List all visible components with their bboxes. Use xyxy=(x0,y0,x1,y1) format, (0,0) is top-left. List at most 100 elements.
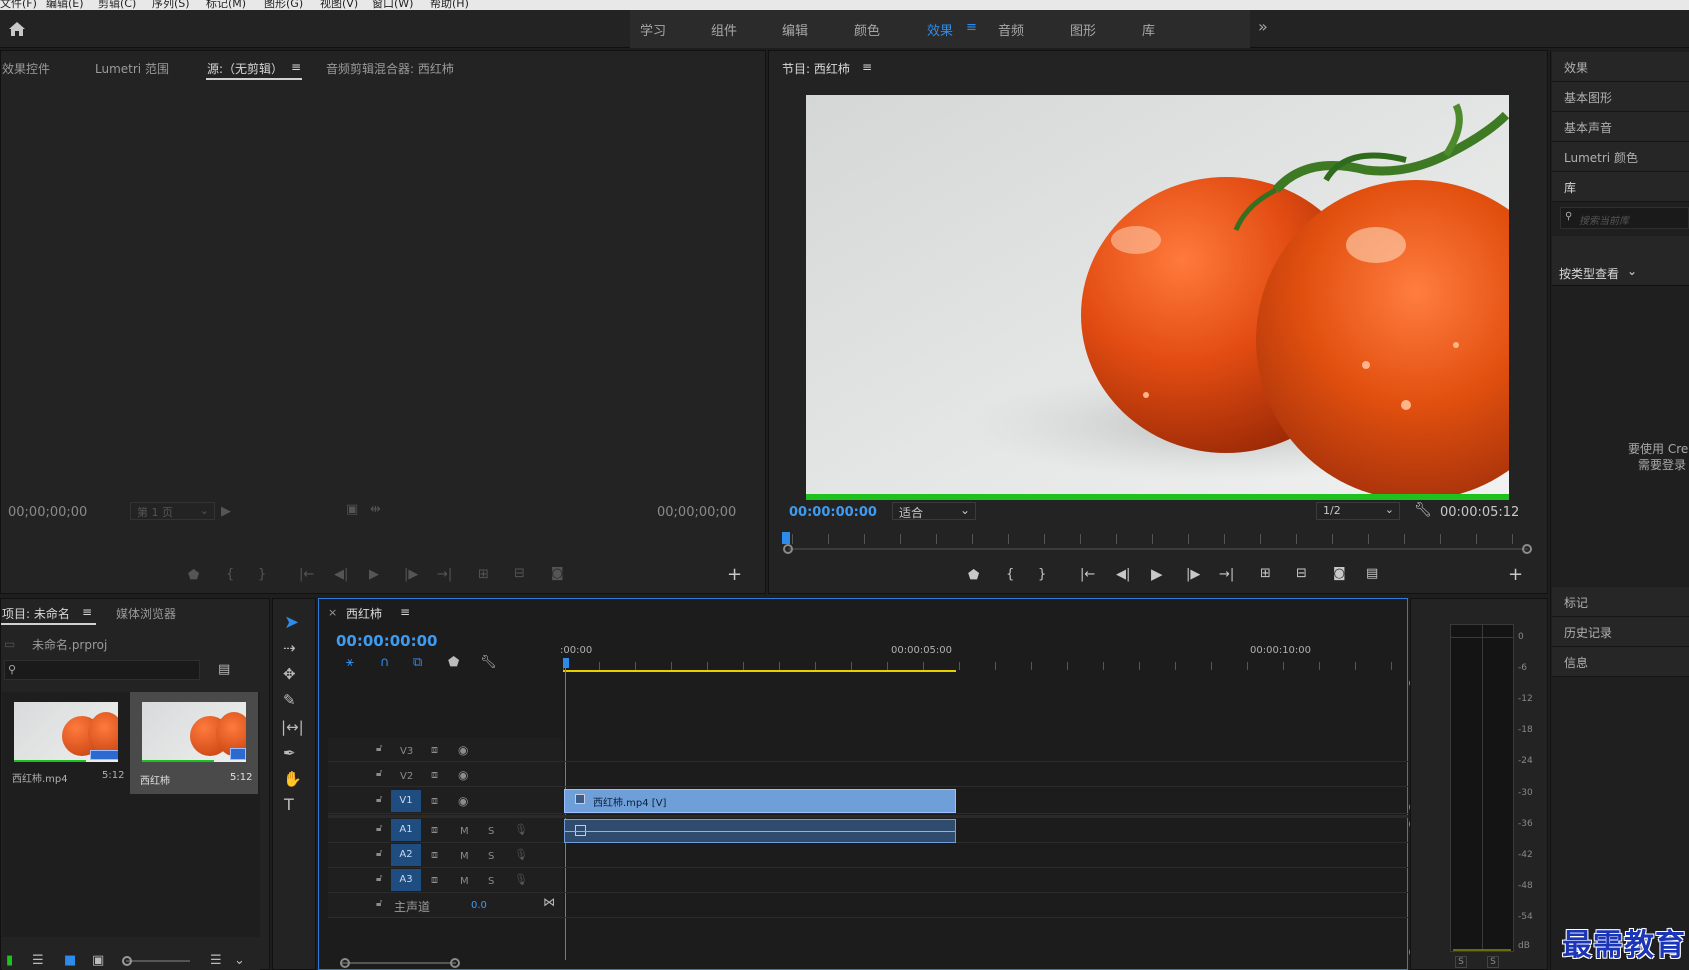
track-target-a3[interactable]: A3 xyxy=(391,869,421,891)
panel-libraries[interactable]: 库 xyxy=(1552,172,1689,202)
meter-solo-left[interactable]: S xyxy=(1455,956,1467,968)
workspace-editing[interactable]: 编辑 xyxy=(782,20,808,39)
ripple-edit-tool-icon[interactable]: ✥ xyxy=(283,667,296,682)
chevron-down-icon[interactable]: ⌄ xyxy=(1627,264,1637,278)
workspace-assembly[interactable]: 组件 xyxy=(711,20,737,39)
workspace-graphics[interactable]: 图形 xyxy=(1070,20,1096,39)
tab-media-browser[interactable]: 媒体浏览器 xyxy=(116,605,176,622)
panel-essential-sound[interactable]: 基本声音 xyxy=(1552,112,1689,142)
track-target-v1[interactable]: V1 xyxy=(391,790,421,812)
h-scroll-handle-left[interactable] xyxy=(340,958,350,968)
add-button-icon[interactable]: + xyxy=(727,566,742,584)
panel-history[interactable]: 历史记录 xyxy=(1552,617,1689,647)
track-target-a2[interactable]: A2 xyxy=(391,844,421,866)
nest-icon[interactable]: ⚹ xyxy=(346,656,354,669)
eye-icon[interactable]: ◉ xyxy=(458,795,468,807)
camera-icon[interactable]: ◙ xyxy=(1333,567,1346,580)
tab-sequence[interactable]: 西红柿 xyxy=(346,605,382,622)
timeline-playhead-head[interactable] xyxy=(563,658,569,668)
tab-effect-controls[interactable]: 效果控件 xyxy=(2,60,50,77)
track-label-v2[interactable]: V2 xyxy=(400,771,413,782)
project-item[interactable]: 西红柿.mp4 5:12 xyxy=(6,694,124,792)
extract-icon[interactable]: ⊟ xyxy=(1296,567,1307,580)
step-back-icon[interactable]: ◀| xyxy=(1116,568,1130,581)
type-tool-icon[interactable]: T xyxy=(284,797,294,813)
meter-solo-right[interactable]: S xyxy=(1487,956,1499,968)
tab-project[interactable]: 项目: 未命名 xyxy=(2,605,70,622)
add-button-icon[interactable]: + xyxy=(1508,566,1523,584)
menu-graphics[interactable]: 图形(G) xyxy=(264,0,303,10)
zoom-slider[interactable] xyxy=(126,960,190,962)
track-label-v3[interactable]: V3 xyxy=(400,746,413,757)
go-to-out-icon[interactable]: →| xyxy=(437,568,452,581)
menu-edit[interactable]: 编辑(E) xyxy=(46,0,84,10)
menu-file[interactable]: 文件(F) xyxy=(0,0,37,10)
add-marker-icon[interactable]: ⬟ xyxy=(188,569,199,582)
project-menu-icon[interactable]: ≡ xyxy=(82,605,92,619)
sync-lock-icon[interactable]: ⧈ xyxy=(431,824,438,835)
solo-button[interactable]: S xyxy=(488,876,494,887)
home-icon[interactable] xyxy=(8,21,26,37)
program-playhead[interactable] xyxy=(782,532,790,544)
fit-select[interactable]: 适合 ⌄ xyxy=(892,502,976,520)
workspace-libraries[interactable]: 库 xyxy=(1142,20,1155,39)
workspace-effects[interactable]: 效果 xyxy=(927,20,953,39)
snap-icon[interactable]: ∩ xyxy=(380,656,390,669)
menu-sequence[interactable]: 序列(S) xyxy=(152,0,190,10)
page-select[interactable]: 第 1 页 ⌄ xyxy=(130,502,215,520)
list-view-icon[interactable]: ☰ xyxy=(32,954,44,967)
play-icon[interactable]: ▶ xyxy=(369,568,379,581)
view-by-type-dropdown[interactable]: 按类型查看 xyxy=(1559,265,1619,282)
tab-lumetri-scopes[interactable]: Lumetri 范围 xyxy=(95,60,169,77)
razor-tool-icon[interactable]: ✎ xyxy=(283,693,296,708)
eye-icon[interactable]: ◉ xyxy=(458,769,468,781)
track-target-a1[interactable]: A1 xyxy=(391,819,421,841)
program-menu-icon[interactable]: ≡ xyxy=(862,60,872,74)
h-scroll-handle-right[interactable] xyxy=(450,958,460,968)
program-video-frame[interactable] xyxy=(806,95,1509,495)
solo-button[interactable]: S xyxy=(488,826,494,837)
go-to-end-icon[interactable]: ⋈ xyxy=(543,896,555,908)
mark-in-icon[interactable]: { xyxy=(1006,568,1014,581)
hand-tool-icon[interactable]: ✋ xyxy=(283,772,302,787)
microphone-icon[interactable]: 🎙︎ xyxy=(514,824,528,835)
sync-lock-icon[interactable]: ⧈ xyxy=(431,744,438,755)
tab-source[interactable]: 源:（无剪辑） xyxy=(207,60,283,77)
menu-help[interactable]: 帮助(H) xyxy=(430,0,469,10)
master-volume-value[interactable]: 0.0 xyxy=(471,900,487,911)
sort-icon[interactable]: ☰ xyxy=(210,954,222,967)
program-scrub-bar[interactable] xyxy=(788,548,1528,550)
mark-out-icon[interactable]: } xyxy=(1038,568,1046,581)
chevron-down-icon[interactable]: ⌄ xyxy=(234,954,245,967)
menu-window[interactable]: 窗口(W) xyxy=(372,0,413,10)
lock-icon[interactable]: 🔓︎ xyxy=(376,744,382,754)
mute-button[interactable]: M xyxy=(460,826,469,837)
insert-icon[interactable]: ⊞ xyxy=(478,568,489,581)
workspace-menu-icon[interactable]: ≡ xyxy=(966,20,977,35)
timeline-menu-icon[interactable]: ≡ xyxy=(400,605,410,619)
go-to-in-icon[interactable]: |← xyxy=(299,568,314,581)
step-forward-icon[interactable]: |▶ xyxy=(404,568,418,581)
add-marker-icon[interactable]: ⬟ xyxy=(968,569,979,582)
lock-icon[interactable]: 🔓︎ xyxy=(376,874,382,884)
new-bin-icon[interactable]: ▤ xyxy=(218,663,230,676)
mark-in-icon[interactable]: { xyxy=(226,568,234,581)
insert-small-icon[interactable]: ⇹ xyxy=(370,503,381,516)
project-item-selected[interactable]: 西红柿 5:12 xyxy=(130,692,258,794)
work-area-bar[interactable] xyxy=(563,670,956,672)
panel-essential-graphics[interactable]: 基本图形 xyxy=(1552,82,1689,112)
export-frame-small-icon[interactable]: ▣ xyxy=(346,503,358,516)
camera-icon[interactable]: ◙ xyxy=(551,567,564,580)
zoom-handle-right[interactable] xyxy=(1522,544,1532,554)
program-timecode[interactable]: 00:00:00:00 xyxy=(789,505,877,520)
source-menu-icon[interactable]: ≡ xyxy=(291,60,301,74)
mute-button[interactable]: M xyxy=(460,851,469,862)
workspace-color[interactable]: 颜色 xyxy=(854,20,880,39)
freeform-view-icon[interactable]: ▣ xyxy=(92,954,104,967)
pen-tool-icon[interactable]: ✒ xyxy=(283,746,296,761)
icon-view-icon[interactable]: ■ xyxy=(64,954,76,967)
panel-effects[interactable]: 效果 xyxy=(1552,52,1689,82)
video-clip[interactable]: 西红柿.mp4 [V] xyxy=(564,789,956,813)
linked-selection-icon[interactable]: ⧉ xyxy=(413,656,422,669)
menu-marker[interactable]: 标记(M) xyxy=(206,0,246,10)
